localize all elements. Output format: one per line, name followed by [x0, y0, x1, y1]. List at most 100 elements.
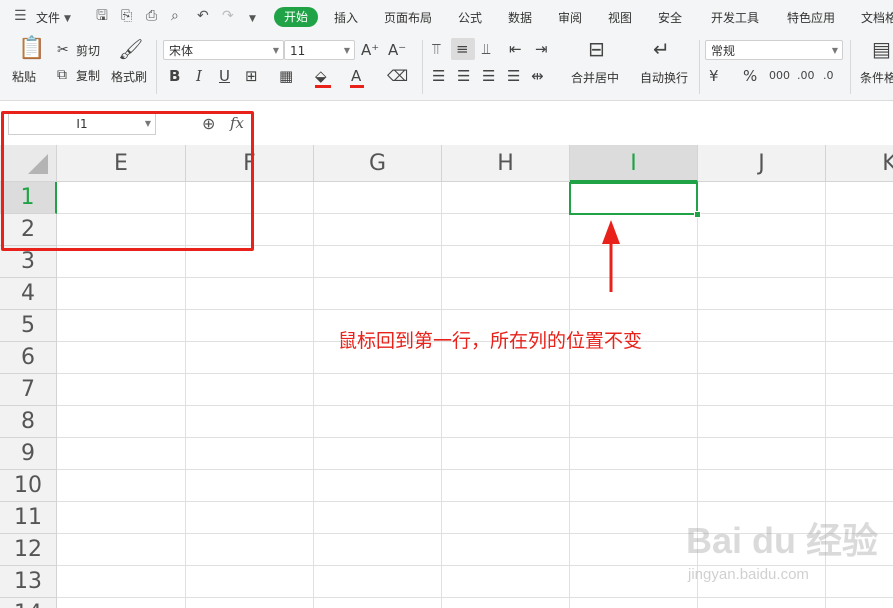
tab-review[interactable]: 审阅: [558, 9, 582, 26]
paste-button[interactable]: 粘贴: [12, 70, 36, 84]
cell[interactable]: [826, 374, 893, 406]
merge-center-icon[interactable]: ⊟: [588, 39, 605, 59]
align-middle-icon[interactable]: ≡: [456, 40, 469, 58]
increase-indent-icon[interactable]: ⇥: [535, 40, 548, 58]
redo-icon[interactable]: ↷: [222, 8, 234, 24]
undo-icon[interactable]: ↶: [197, 8, 209, 24]
cell[interactable]: [826, 278, 893, 310]
cell[interactable]: [826, 598, 893, 608]
cell[interactable]: [314, 534, 442, 566]
row-header-6[interactable]: 6: [0, 342, 57, 374]
decrease-decimal-icon[interactable]: .0: [823, 67, 834, 85]
cell[interactable]: [570, 246, 698, 278]
cell[interactable]: [186, 470, 314, 502]
row-header-5[interactable]: 5: [0, 310, 57, 342]
tab-security[interactable]: 安全: [658, 9, 682, 26]
borders-icon[interactable]: ⊞: [245, 67, 258, 85]
cell[interactable]: [314, 502, 442, 534]
increase-decimal-icon[interactable]: .00: [797, 67, 815, 85]
cell[interactable]: [442, 278, 570, 310]
cell[interactable]: [442, 598, 570, 608]
row-header-8[interactable]: 8: [0, 406, 57, 438]
menu-file[interactable]: 文件: [36, 9, 60, 26]
tab-view[interactable]: 视图: [608, 9, 632, 26]
cell[interactable]: [314, 374, 442, 406]
quick-access-dropdown-icon[interactable]: ▼: [249, 11, 256, 27]
cell[interactable]: [57, 598, 186, 608]
cell[interactable]: [826, 470, 893, 502]
cell[interactable]: [442, 470, 570, 502]
save-icon[interactable]: 🖫: [96, 8, 108, 24]
cell[interactable]: [442, 214, 570, 246]
cell[interactable]: [57, 534, 186, 566]
align-bottom-icon[interactable]: ⫫: [482, 40, 490, 58]
cell[interactable]: [314, 598, 442, 608]
cell[interactable]: [442, 534, 570, 566]
justify-icon[interactable]: ☰: [507, 67, 520, 85]
align-center-icon[interactable]: ☰: [457, 67, 470, 85]
font-name-select[interactable]: 宋体 ▼: [163, 40, 284, 60]
column-header-j[interactable]: J: [698, 145, 826, 182]
active-cell-i1[interactable]: [569, 182, 698, 215]
cell[interactable]: [826, 182, 893, 214]
cell[interactable]: [314, 406, 442, 438]
cell[interactable]: [570, 214, 698, 246]
cell[interactable]: [57, 310, 186, 342]
cell[interactable]: [698, 406, 826, 438]
tab-features[interactable]: 特色应用: [787, 9, 835, 26]
cell[interactable]: [570, 470, 698, 502]
tab-page-layout[interactable]: 页面布局: [384, 9, 432, 26]
decrease-font-icon[interactable]: A⁻: [388, 41, 406, 59]
row-header-4[interactable]: 4: [0, 278, 57, 310]
cell[interactable]: [314, 438, 442, 470]
cell[interactable]: [186, 310, 314, 342]
cell[interactable]: [186, 598, 314, 608]
cell[interactable]: [186, 534, 314, 566]
cell[interactable]: [57, 342, 186, 374]
row-header-7[interactable]: 7: [0, 374, 57, 406]
cell[interactable]: [570, 438, 698, 470]
format-painter-icon[interactable]: 🖌: [118, 39, 143, 59]
cell[interactable]: [186, 406, 314, 438]
cell[interactable]: [442, 502, 570, 534]
hamburger-menu-icon[interactable]: ☰: [14, 8, 27, 24]
distribute-icon[interactable]: ⇹: [531, 67, 544, 85]
cell[interactable]: [57, 374, 186, 406]
cell[interactable]: [57, 566, 186, 598]
print-icon[interactable]: ⎙: [146, 8, 157, 24]
cell[interactable]: [57, 470, 186, 502]
tab-doc[interactable]: 文档格: [861, 9, 893, 26]
wrap-text-button[interactable]: 自动换行: [640, 71, 688, 85]
merge-center-button[interactable]: 合并居中: [571, 71, 619, 85]
chevron-down-icon[interactable]: ▼: [64, 11, 71, 27]
align-top-icon[interactable]: ⫪: [432, 40, 440, 58]
cell[interactable]: [442, 182, 570, 214]
cell[interactable]: [698, 470, 826, 502]
cut-button[interactable]: 剪切: [76, 44, 100, 58]
decrease-indent-icon[interactable]: ⇤: [509, 40, 522, 58]
font-size-select[interactable]: 11 ▼: [284, 40, 355, 60]
cell[interactable]: [442, 438, 570, 470]
copy-icon[interactable]: ⧉: [57, 66, 67, 84]
cell[interactable]: [570, 406, 698, 438]
column-header-g[interactable]: G: [314, 145, 442, 182]
tab-data[interactable]: 数据: [508, 9, 532, 26]
number-format-select[interactable]: 常规 ▼: [705, 40, 843, 60]
scissors-icon[interactable]: ✂: [57, 41, 69, 59]
cell[interactable]: [314, 566, 442, 598]
fill-color-icon[interactable]: ⬙: [315, 67, 327, 85]
column-header-i[interactable]: I: [570, 145, 698, 182]
italic-button[interactable]: I: [196, 67, 202, 85]
cell[interactable]: [698, 182, 826, 214]
cell[interactable]: [442, 374, 570, 406]
currency-icon[interactable]: ¥: [709, 67, 719, 85]
cell[interactable]: [314, 182, 442, 214]
cell[interactable]: [698, 310, 826, 342]
cell[interactable]: [826, 342, 893, 374]
cell[interactable]: [57, 278, 186, 310]
row-header-14[interactable]: 14: [0, 598, 57, 608]
cell[interactable]: [826, 246, 893, 278]
cell[interactable]: [698, 374, 826, 406]
underline-button[interactable]: U: [219, 67, 230, 85]
cell[interactable]: [186, 342, 314, 374]
